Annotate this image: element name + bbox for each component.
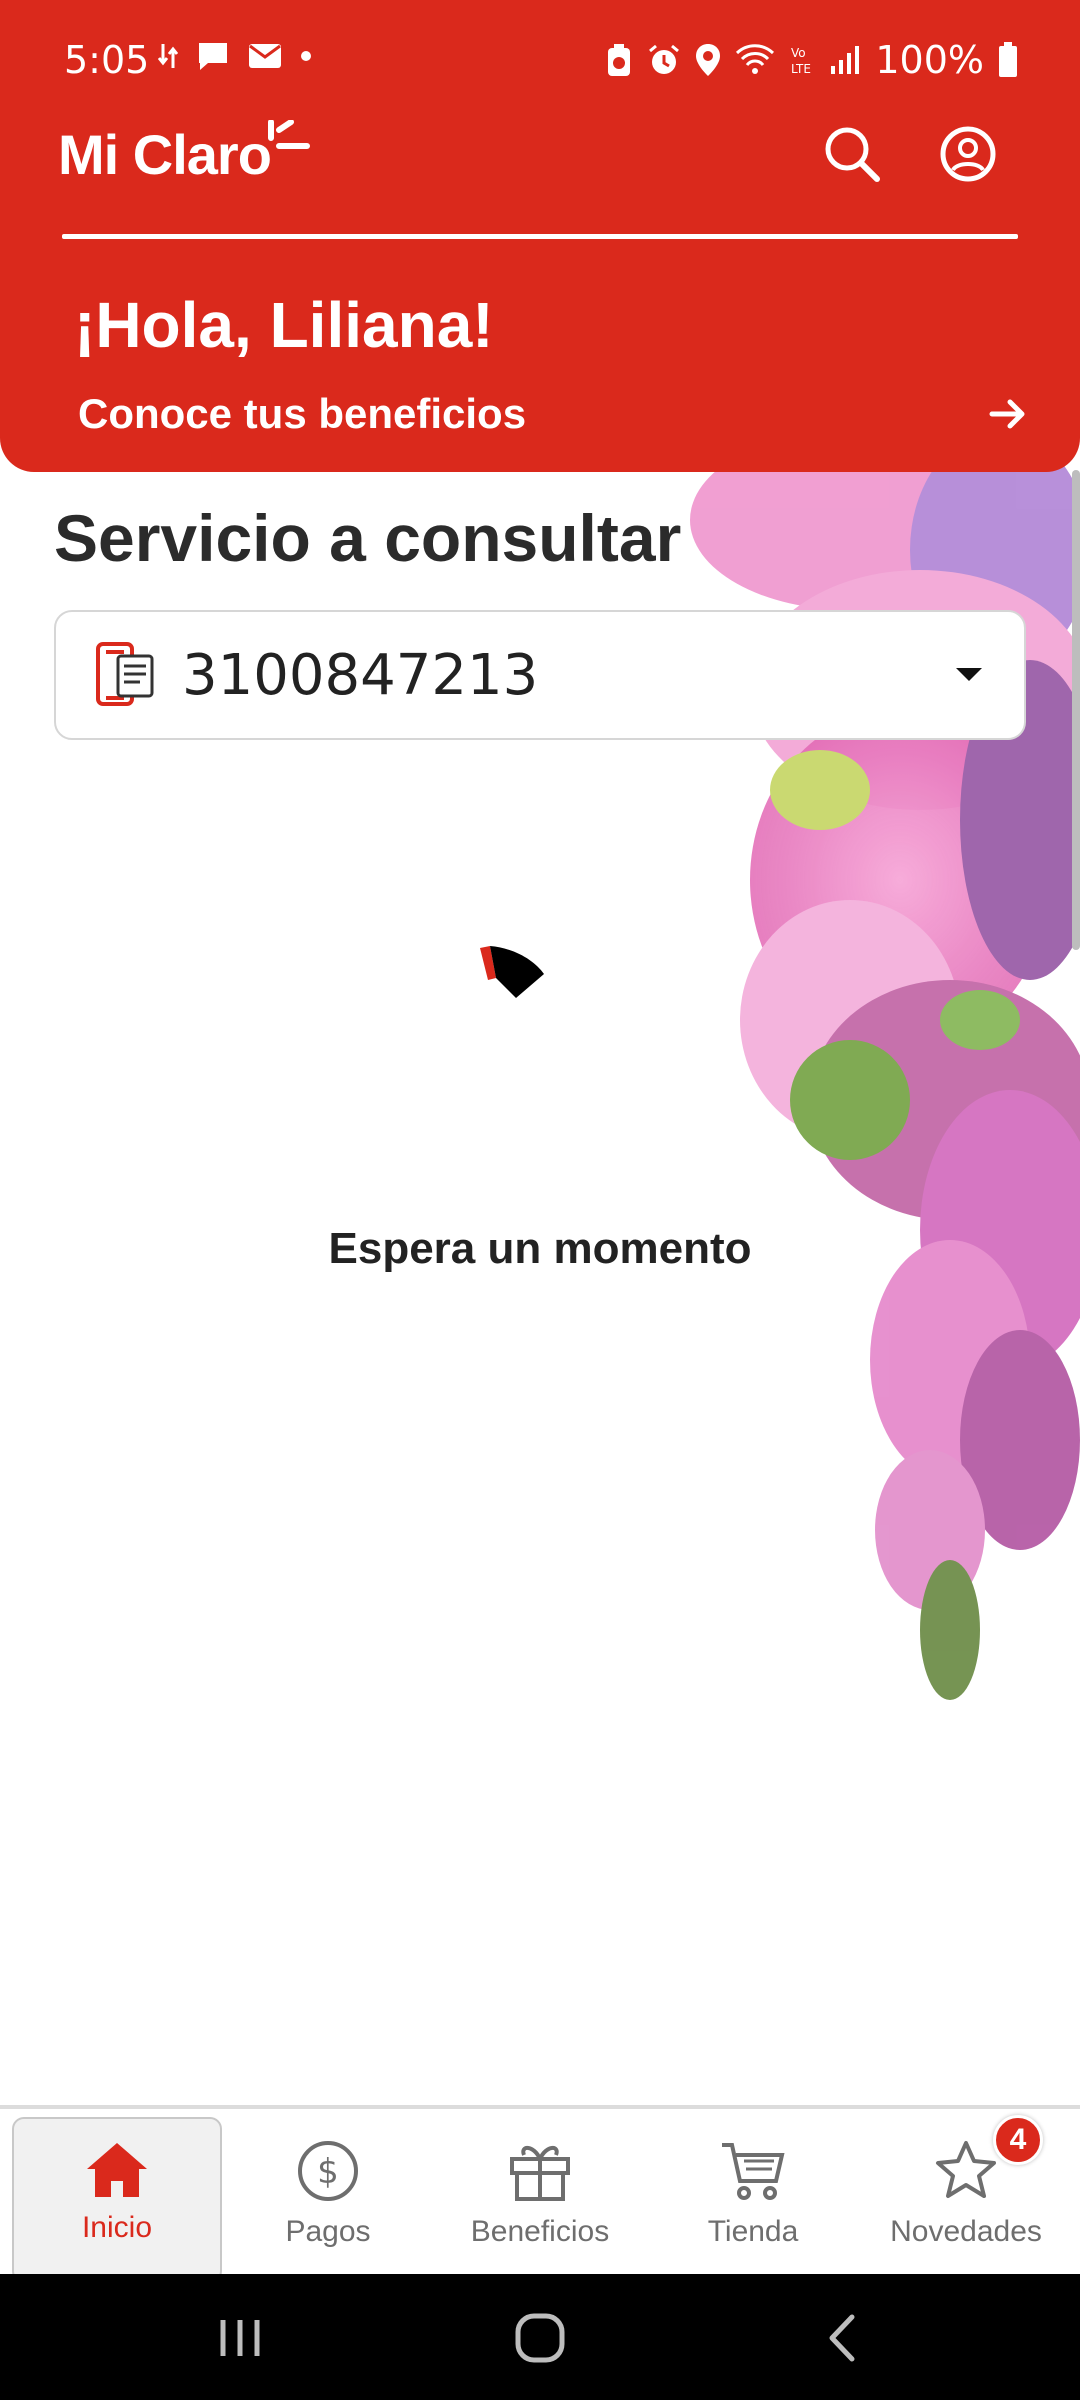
loading-spinner-icon (480, 946, 544, 998)
search-button[interactable] (820, 122, 884, 186)
user-circle-icon (940, 126, 996, 182)
profile-button[interactable] (936, 122, 1000, 186)
nav-item-novedades[interactable]: Novedades 4 (860, 2109, 1072, 2275)
status-bar: 5:05 Vo LTE 100% (0, 0, 1080, 120)
claro-logo: Mi Claro (58, 120, 311, 186)
back-button[interactable] (806, 2302, 878, 2374)
benefits-link-label: Conoce tus beneficios (78, 390, 527, 437)
dollar-icon: $ (298, 2141, 358, 2201)
service-number: 3100847213 (182, 642, 539, 708)
loading-message: Espera un momento (328, 1224, 752, 1273)
nav-label: Pagos (285, 2215, 371, 2248)
logo-text: Mi Claro (58, 122, 272, 186)
service-select-dropdown[interactable]: 3100847213 (54, 610, 1026, 740)
location-icon (696, 44, 721, 76)
battery-icon (999, 42, 1017, 77)
logo-rays-icon (267, 120, 310, 149)
cart-icon (722, 2143, 785, 2200)
nav-label: Inicio (81, 2211, 153, 2244)
arrow-right-icon (989, 399, 1025, 429)
svg-text:Vo: Vo (791, 46, 806, 60)
home-icon (87, 2143, 147, 2197)
search-icon (825, 127, 880, 182)
status-time: 5:05 (64, 38, 150, 82)
chevron-down-icon (956, 668, 982, 681)
message-icon (199, 43, 227, 70)
nav-item-inicio[interactable]: Inicio (12, 2117, 222, 2283)
data-transfer-icon (158, 44, 178, 68)
system-navigation-bar (0, 2274, 1080, 2400)
status-right-icons: Vo LTE 100% (605, 38, 1018, 82)
dot-icon (301, 51, 311, 61)
notification-badge: 4 (993, 2115, 1043, 2165)
home-system-button[interactable] (504, 2302, 576, 2374)
greeting-title: ¡Hola, Liliana! (74, 289, 494, 361)
recents-icon (220, 2320, 260, 2356)
phone-bill-icon (96, 642, 154, 706)
wifi-icon (736, 44, 775, 74)
recents-button[interactable] (204, 2302, 276, 2374)
header-divider (62, 234, 1018, 239)
benefits-link[interactable]: Conoce tus beneficios (78, 386, 1028, 442)
nav-item-beneficios[interactable]: Beneficios (434, 2109, 646, 2275)
signal-icon (831, 46, 860, 74)
gift-icon (510, 2146, 570, 2201)
mail-icon (249, 44, 281, 68)
notification-icons (158, 40, 312, 72)
star-icon (936, 2141, 996, 2198)
nav-label: Novedades (890, 2215, 1042, 2248)
svg-text:$: $ (317, 2152, 339, 2192)
bottom-navigation: Inicio $ Pagos Beneficios Tienda Novedad… (0, 2105, 1080, 2283)
home-circle-icon (515, 2313, 565, 2363)
header: 5:05 Vo LTE 100% Mi Claro ¡Hola, Liliana! (0, 0, 1080, 472)
nav-label: Tienda (707, 2215, 799, 2248)
scrollbar[interactable] (1072, 470, 1080, 950)
battery-saver-icon (608, 44, 631, 76)
nav-item-pagos[interactable]: $ Pagos (222, 2109, 434, 2275)
nav-item-tienda[interactable]: Tienda (646, 2109, 860, 2275)
back-icon (829, 2314, 855, 2362)
volte-icon: Vo LTE (791, 46, 811, 76)
alarm-icon (649, 44, 680, 74)
svg-text:LTE: LTE (791, 62, 811, 76)
nav-label: Beneficios (470, 2215, 610, 2248)
section-title: Servicio a consultar (54, 501, 682, 575)
battery-percent: 100% (875, 38, 984, 82)
